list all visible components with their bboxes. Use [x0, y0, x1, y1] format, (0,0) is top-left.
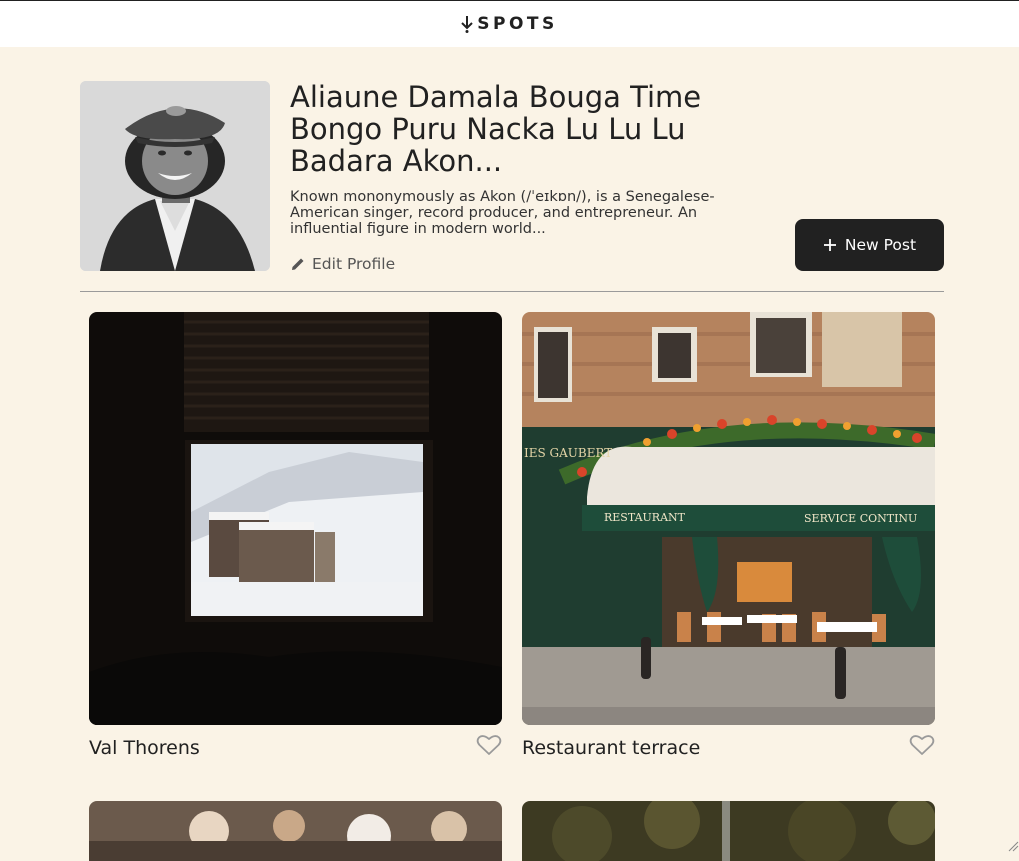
edit-profile-label: Edit Profile — [312, 255, 395, 273]
awning-text-right: SERVICE CONTINU — [804, 512, 917, 525]
card-image-partial[interactable] — [89, 801, 502, 861]
card-footer: Restaurant terrace — [522, 733, 935, 763]
heart-icon[interactable] — [909, 733, 935, 757]
heart-icon[interactable] — [476, 733, 502, 757]
card-title: Val Thorens — [89, 737, 200, 759]
new-post-button[interactable]: New Post — [795, 219, 944, 271]
header: SPOTS — [0, 0, 1019, 47]
awning-text-left: RESTAURANT — [604, 511, 686, 524]
avatar-image — [80, 81, 270, 271]
card-image[interactable] — [89, 312, 502, 725]
logo-icon — [461, 15, 473, 33]
logo[interactable]: SPOTS — [461, 14, 558, 34]
avatar — [80, 81, 270, 271]
resize-grip-icon[interactable] — [1007, 840, 1019, 852]
profile-section: Aliaune Damala Bouga Time Bongo Puru Nac… — [80, 81, 944, 271]
card: Val Thorens — [89, 312, 502, 725]
card-title: Restaurant terrace — [522, 737, 700, 759]
card-image[interactable]: RESTAURANT SERVICE CONTINU IES GAUBERT — [522, 312, 935, 725]
card-footer: Val Thorens — [89, 733, 502, 763]
divider — [80, 291, 944, 292]
plus-icon — [823, 238, 837, 252]
profile-name: Aliaune Damala Bouga Time Bongo Puru Nac… — [290, 81, 710, 177]
card-image-partial[interactable] — [522, 801, 935, 861]
shop-sign-text: IES GAUBERT — [524, 446, 612, 460]
new-post-label: New Post — [845, 236, 916, 254]
edit-profile-button[interactable]: Edit Profile — [290, 253, 395, 275]
profile-bio: Known mononymously as Akon (/ˈeɪkɒn/), i… — [290, 189, 720, 237]
pencil-icon — [290, 256, 306, 272]
card: RESTAURANT SERVICE CONTINU IES GAUBERT R… — [522, 312, 935, 725]
logo-text: SPOTS — [477, 14, 558, 34]
